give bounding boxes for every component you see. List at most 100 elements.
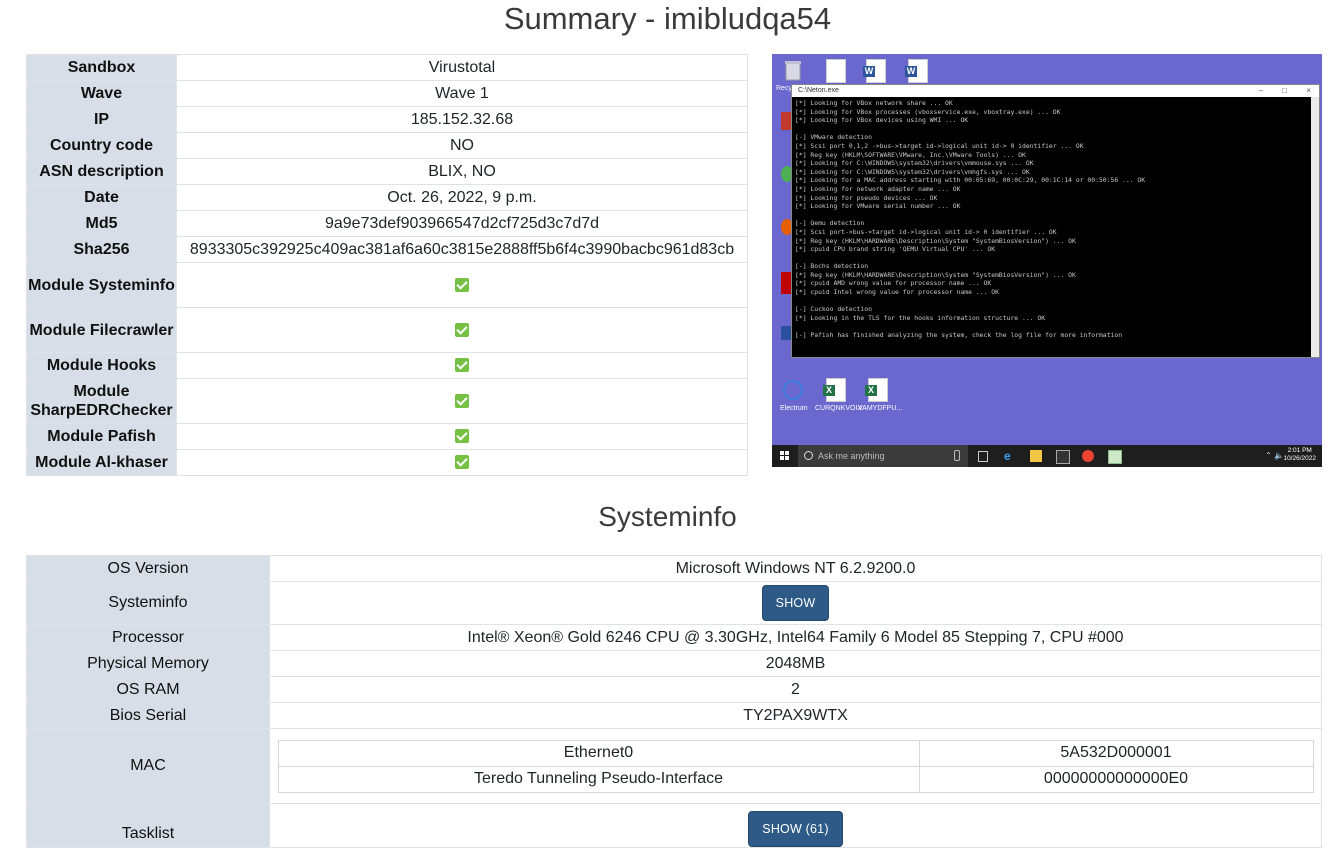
taskbar-clock[interactable]: 2:01 PM 10/26/2022 [1283, 447, 1316, 463]
table-row: Physical Memory 2048MB [26, 650, 1322, 677]
table-row: MAC Ethernet0 5A532D000001 Teredo Tunnel… [26, 728, 1322, 804]
excel-doc-icon [823, 378, 848, 404]
row-label: IP [26, 106, 177, 133]
row-label: Sandbox [26, 54, 177, 81]
row-label: Md5 [26, 210, 177, 237]
row-label: Module Al-khaser [26, 449, 177, 476]
table-row: Date Oct. 26, 2022, 9 p.m. [26, 184, 748, 211]
table-row: Ethernet0 5A532D000001 [277, 739, 1314, 767]
country-code-value: NO [176, 132, 748, 159]
minimize-icon[interactable]: – [1259, 85, 1263, 97]
mac-cell: Ethernet0 5A532D000001 Teredo Tunneling … [269, 728, 1322, 804]
table-row: Processor Intel® Xeon® Gold 6246 CPU @ 3… [26, 624, 1322, 651]
physical-memory-value: 2048MB [269, 650, 1322, 677]
electrum-icon [782, 378, 806, 404]
table-row: IP 185.152.32.68 [26, 106, 748, 133]
table-row: ASN description BLIX, NO [26, 158, 748, 185]
scrollbar[interactable] [1311, 97, 1319, 357]
mac-table: Ethernet0 5A532D000001 Teredo Tunneling … [277, 739, 1314, 793]
desktop-label: CURQNKVOIX [815, 405, 863, 412]
file-explorer-icon[interactable] [1030, 450, 1042, 462]
ip-value: 185.152.32.68 [176, 106, 748, 133]
show-systeminfo-button[interactable]: SHOW [761, 585, 830, 621]
table-row: Module Hooks [26, 352, 748, 379]
mac-interface: Ethernet0 [277, 739, 920, 767]
console-line: [*] cpuid AMD wrong value for processor … [795, 279, 992, 288]
row-label: Module Hooks [26, 352, 177, 379]
row-label: OS Version [26, 555, 270, 582]
row-label: Country code [26, 132, 177, 159]
table-row: Teredo Tunneling Pseudo-Interface 000000… [277, 765, 1314, 793]
word-doc-icon [905, 59, 930, 85]
maximize-icon[interactable]: □ [1282, 85, 1287, 97]
search-placeholder: Ask me anything [818, 451, 885, 461]
row-label: Bios Serial [26, 702, 270, 729]
module-status [176, 378, 748, 424]
system-tray-icons[interactable]: ⌃ 🔈 [1265, 451, 1284, 460]
row-label: Systeminfo [26, 581, 270, 625]
console-taskbar-icon[interactable] [1056, 450, 1070, 464]
clock-date: 10/26/2022 [1283, 455, 1316, 462]
desktop-label: Electrum [780, 405, 808, 412]
mac-interface: Teredo Tunneling Pseudo-Interface [277, 765, 920, 793]
processor-value: Intel® Xeon® Gold 6246 CPU @ 3.30GHz, In… [269, 624, 1322, 651]
clock-time: 2:01 PM [1287, 447, 1312, 454]
console-line: [-] Qemu detection [795, 219, 865, 228]
wave-value: Wave 1 [176, 80, 748, 107]
console-line: [*] Reg key (HKLM\SOFTWARE\VMware, Inc.\… [795, 150, 1026, 159]
checkmark-icon [455, 455, 469, 470]
console-line: [*] Looking for pseudo devices ... OK [795, 193, 938, 202]
systeminfo-heading: Systeminfo [598, 501, 737, 532]
table-row: OS RAM 2 [26, 676, 1322, 703]
chrome-taskbar-icon[interactable] [1082, 450, 1094, 462]
console-line: [*] Reg key (HKLM\HARDWARE\Description\S… [795, 236, 1076, 245]
console-line: [*] Looking for VBox network share ... O… [795, 99, 953, 107]
table-row: Systeminfo SHOW [26, 581, 1322, 625]
sha256-value: 8933305c392925c409ac381af6a60c3815e2888f… [176, 236, 748, 263]
sandbox-screenshot[interactable]: Recyc C:\Neton.exe – □ × [*] Looking for… [772, 54, 1322, 467]
console-titlebar[interactable]: C:\Neton.exe – □ × [792, 85, 1319, 97]
table-row: Md5 9a9e73def903966547d2cf725d3c7d7d [26, 210, 748, 237]
console-title: C:\Neton.exe [798, 87, 839, 94]
windows-start-icon[interactable] [780, 451, 790, 461]
console-line: [-] Cuckoo detection [795, 305, 872, 314]
console-line: [-] Bochs detection [795, 262, 869, 271]
table-row: Wave Wave 1 [26, 80, 748, 107]
taskbar: Ask me anything e ⌃ 🔈 2:01 PM 10/26/2022 [772, 445, 1322, 467]
checkmark-icon [455, 322, 469, 337]
file-icon [824, 59, 848, 85]
task-view-icon[interactable] [978, 451, 988, 462]
table-row: Country code NO [26, 132, 748, 159]
cortana-icon [804, 451, 813, 460]
module-status [176, 423, 748, 450]
console-window[interactable]: C:\Neton.exe – □ × [*] Looking for VBox … [791, 84, 1320, 358]
console-line: [*] Reg key (HKLM\HARDWARE\Description\S… [795, 270, 1076, 279]
row-label: OS RAM [26, 676, 270, 703]
row-label: Physical Memory [26, 650, 270, 677]
close-icon[interactable]: × [1306, 85, 1311, 97]
taskbar-search[interactable]: Ask me anything [798, 445, 968, 467]
console-line: [*] Looking for network adapter name ...… [795, 184, 961, 193]
edge-icon[interactable]: e [1004, 450, 1016, 462]
table-row: Module Al-khaser [26, 449, 748, 476]
os-ram-value: 2 [269, 676, 1322, 703]
table-row: Module Pafish [26, 423, 748, 450]
microphone-icon [954, 450, 960, 461]
show-tasklist-button[interactable]: SHOW (61) [748, 811, 843, 847]
md5-value: 9a9e73def903966547d2cf725d3c7d7d [176, 210, 748, 237]
row-label: Module Systeminfo [26, 262, 177, 308]
table-row: Module Systeminfo [26, 262, 748, 308]
row-label: Processor [26, 624, 270, 651]
systeminfo-table: OS Version Microsoft Windows NT 6.2.9200… [26, 555, 1322, 848]
asn-value: BLIX, NO [176, 158, 748, 185]
checkmark-icon [455, 277, 469, 292]
table-row: Bios Serial TY2PAX9WTX [26, 702, 1322, 729]
checkmark-icon [455, 429, 469, 444]
app-taskbar-icon[interactable] [1108, 450, 1122, 464]
table-row: Module SharpEDRChecker [26, 378, 748, 424]
